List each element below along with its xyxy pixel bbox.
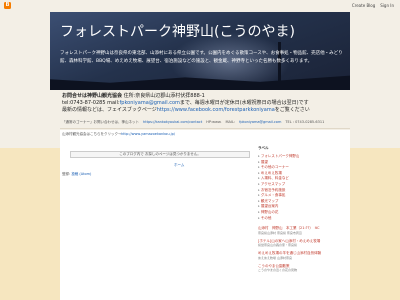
notice-label: お問合せは神野山観光協会 bbox=[62, 93, 123, 99]
breadcrumb-text: 山添村観光協会はこちらをクリック→ bbox=[62, 132, 121, 136]
sidebar: ラベル フォレストパーク神野山 展望 その他のコーナー めえめえ牧場 入場料、料… bbox=[258, 146, 348, 276]
sign-in-link[interactable]: Sign In bbox=[380, 3, 394, 8]
tab-item: TEL : 0743-0285-6311 bbox=[285, 120, 325, 124]
facebook-link[interactable]: https://www.facebook.com/forestparkkoniy… bbox=[157, 107, 275, 113]
contact-notice: お問合せは神野山観光協会 住所:奈良県山辺郡山添村伏拝888-1 tel:074… bbox=[62, 93, 352, 114]
tab-item: 「通常のゴーナー」お問い合わせは、神山ネット bbox=[62, 120, 139, 124]
notice-tel: tel:0743-87-0285 mail: bbox=[62, 100, 120, 106]
entry-item[interactable]: こうのやま公園散策 こうのやまの近くの花の見物 bbox=[258, 264, 348, 273]
entry-item[interactable]: [ホテル]山の家へ山添村・めえめえ牧場 県営奈良山の森の家・奈良県 bbox=[258, 239, 348, 248]
notice-facebook-end: をご覧ください bbox=[274, 107, 310, 113]
home-link[interactable]: ホーム bbox=[174, 163, 184, 168]
kankou-link[interactable]: http://www.yamazoekankou.jp/ bbox=[121, 132, 175, 136]
label-item[interactable]: その他 bbox=[258, 216, 348, 222]
entry-item[interactable]: めえめえ牧場の羊を通じ山添村自然体験 めえめえ牧場 山添村奈良 bbox=[258, 251, 348, 260]
entry-snippet: こうのやまの近くの花の見物 bbox=[258, 268, 298, 273]
blogger-logo-icon[interactable]: B bbox=[4, 2, 11, 9]
entry-item[interactable]: 山添村 神野山 本工業（21:??） ItC 奈良県山添村 奈良県 奈良市周辺 bbox=[258, 226, 348, 235]
tab-item: HP:www. bbox=[206, 120, 222, 124]
atom-feed-link[interactable]: 投稿 (Atom) bbox=[71, 172, 91, 176]
entry-snippet: 奈良県山添村 奈良県 奈良市周辺 bbox=[258, 230, 302, 235]
blog-title[interactable]: フォレストパーク神野山(こうのやま) bbox=[60, 21, 295, 41]
blogger-navbar: B Create Blog Sign In bbox=[0, 0, 400, 10]
tab-mail-link[interactable]: fpkoniyama@gmail.com bbox=[239, 120, 281, 126]
featured-entries: 山添村 神野山 本工業（21:??） ItC 奈良県山添村 奈良県 奈良市周辺 … bbox=[258, 226, 348, 272]
subscribe-row: 登録: 投稿 (Atom) bbox=[62, 172, 91, 177]
entry-snippet: 県営奈良山の森の家・奈良県 bbox=[258, 243, 298, 248]
blog-header: フォレストパーク神野山(こうのやま) フォレストパーク神野山は奈良県の東北部、山… bbox=[50, 12, 350, 90]
label-list: フォレストパーク神野山 展望 その他のコーナー めえめえ牧場 入場料、料金など … bbox=[258, 154, 348, 221]
entry-snippet: めえめえ牧場 山添村奈良 bbox=[258, 255, 292, 260]
header-divider bbox=[60, 128, 350, 129]
breadcrumb: 山添村観光協会はこちらをクリック→http://www.yamazoekanko… bbox=[62, 132, 175, 137]
notice-mail-link[interactable]: fpkoniyama@gmail.com bbox=[120, 100, 180, 106]
blog-description: フォレストパーク神野山は奈良県の東北部、山添村にある県立公園です。公園内をめぐる… bbox=[60, 51, 343, 64]
notice-facebook-text: 最新の情報などは、フェイスブックページ bbox=[62, 107, 157, 113]
info-tabs: 「通常のゴーナー」お問い合わせは、神山ネット https://kankokyou… bbox=[62, 120, 350, 126]
not-found-message: このブログ内で お探しのページは見つかりません。 bbox=[70, 151, 250, 158]
tab-item: MAIL: bbox=[225, 120, 236, 124]
sidebar-heading: ラベル bbox=[258, 146, 269, 150]
subscribe-label: 登録: bbox=[62, 172, 71, 176]
create-blog-link[interactable]: Create Blog bbox=[352, 3, 375, 8]
tab-contact-link[interactable]: https://kankokyoukai.com/contact bbox=[143, 120, 202, 126]
notice-hours: まで、毎週水曜日が定休日(水曜祝祭日の場合は翌日)です bbox=[179, 100, 309, 106]
main-content: 山添村観光協会はこちらをクリック→http://www.yamazoekanko… bbox=[60, 130, 350, 300]
notice-address: 住所:奈良県山辺郡山添村伏拝888-1 bbox=[123, 93, 205, 99]
